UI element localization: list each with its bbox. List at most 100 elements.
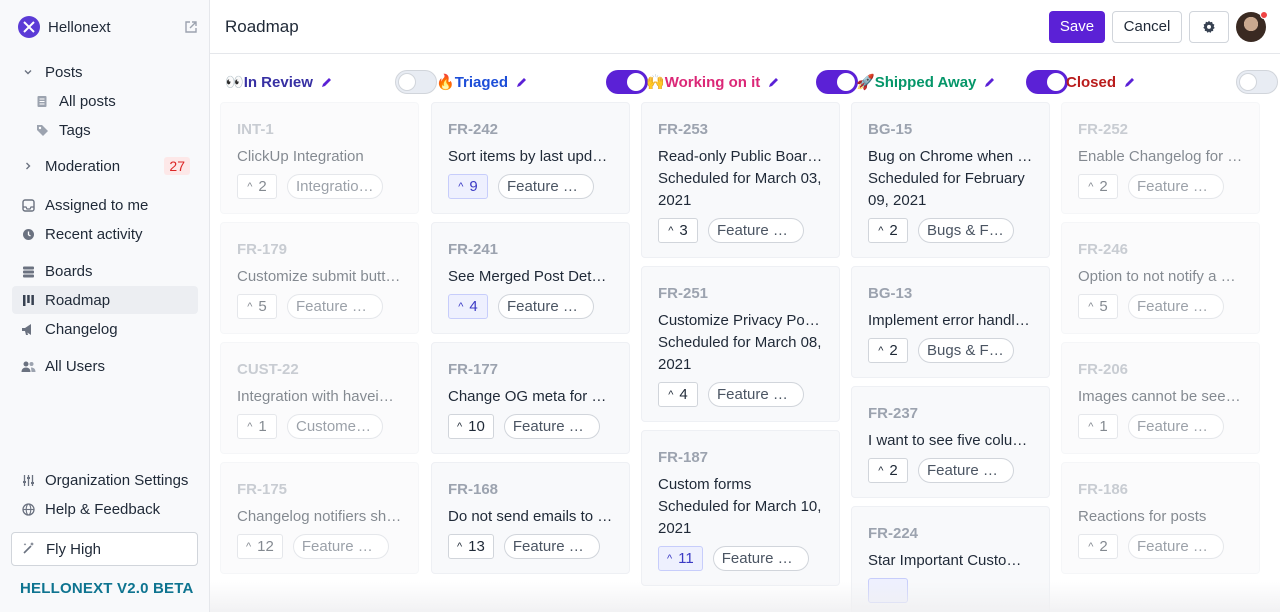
sidebar-item-moderation[interactable]: Moderation 27 xyxy=(12,152,198,180)
edit-pencil-icon[interactable] xyxy=(768,77,779,88)
roadmap-card[interactable]: BG-15 Bug on Chrome when trying Scheduled … xyxy=(851,102,1050,258)
save-button[interactable]: Save xyxy=(1049,10,1105,43)
card-tag[interactable]: Feature Request xyxy=(498,174,594,199)
upvote-button[interactable]: ^ 2 xyxy=(237,174,277,199)
edit-pencil-icon[interactable] xyxy=(1124,77,1135,88)
upvote-button[interactable]: ^ 1 xyxy=(1078,414,1118,439)
roadmap-card[interactable]: FR-187 Custom forms Scheduled for March 10… xyxy=(641,430,840,586)
upvote-button[interactable]: ^ 2 xyxy=(868,338,908,363)
sidebar-item-roadmap[interactable]: Roadmap xyxy=(12,286,198,314)
upvote-button[interactable]: ^ 9 xyxy=(448,174,488,199)
upvote-button[interactable]: ^ 3 xyxy=(658,218,698,243)
card-tag[interactable]: Feature Request xyxy=(712,546,809,571)
toggle-knob xyxy=(1239,73,1257,91)
upvote-button[interactable]: ^ 5 xyxy=(237,294,277,319)
upvote-button[interactable]: ^ 5 xyxy=(1078,294,1118,319)
roadmap-card[interactable]: INT-1 ClickUp Integration ^ 2 Integrations xyxy=(220,102,419,214)
card-tag[interactable]: Feature Request xyxy=(503,414,600,439)
roadmap-column: 🙌 Working on it FR-253 Read-only Public Boa… xyxy=(641,66,858,586)
card-id: FR-175 xyxy=(237,481,288,498)
upvote-button[interactable]: ^ 11 xyxy=(658,546,703,571)
roadmap-card[interactable]: FR-224 Star Important Customers xyxy=(851,506,1050,612)
column-visibility-toggle[interactable] xyxy=(606,70,648,94)
sidebar-item-posts[interactable]: Posts xyxy=(12,58,198,86)
caret-up-icon: ^ xyxy=(1088,180,1094,193)
roadmap-card[interactable]: FR-253 Read-only Public Boards Scheduled f… xyxy=(641,102,840,258)
roadmap-card[interactable]: FR-241 See Merged Post Details ^ 4 Feature R… xyxy=(431,222,630,334)
sidebar-item-recent-activity[interactable]: Recent activity xyxy=(12,220,198,248)
upvote-button[interactable]: ^ 2 xyxy=(868,458,908,483)
column-visibility-toggle[interactable] xyxy=(816,70,858,94)
roadmap-card[interactable]: FR-242 Sort items by last updated ^ 9 Featur… xyxy=(431,102,630,214)
sidebar-item-help[interactable]: Help & Feedback xyxy=(12,495,198,523)
card-tag[interactable]: Feature Request xyxy=(1128,174,1224,199)
column-visibility-toggle[interactable] xyxy=(1026,70,1068,94)
upvote-button[interactable] xyxy=(868,578,908,603)
card-tag[interactable]: Feature Request xyxy=(287,294,383,319)
sidebar-item-tags[interactable]: Tags xyxy=(4,116,190,144)
vote-count: 2 xyxy=(258,178,267,195)
settings-button[interactable] xyxy=(1189,10,1229,43)
roadmap-card[interactable]: FR-252Enable Changelog for Posts^2Featur… xyxy=(1061,102,1260,214)
column-visibility-toggle[interactable] xyxy=(395,70,437,94)
upvote-button[interactable]: ^ 4 xyxy=(658,382,698,407)
avatar[interactable] xyxy=(1236,10,1268,42)
card-tag[interactable]: Feature Request xyxy=(292,534,389,559)
brand[interactable]: Hellonext xyxy=(18,16,198,38)
roadmap-card[interactable]: FR-246 Option to not notify a user ^ 5 Featu… xyxy=(1061,222,1260,334)
upvote-button[interactable]: ^ 2 xyxy=(868,218,908,243)
edit-pencil-icon[interactable] xyxy=(321,77,332,88)
sidebar-item-boards[interactable]: Boards xyxy=(12,257,198,285)
card-tag[interactable]: Feature Request xyxy=(498,294,594,319)
tag-label: Integrations xyxy=(296,178,374,195)
edit-pencil-icon[interactable] xyxy=(984,77,995,88)
roadmap-card[interactable]: FR-175 Changelog notifiers should ^ 12 Featu… xyxy=(220,462,419,574)
external-link-icon[interactable] xyxy=(184,20,198,34)
card-tag[interactable]: Feature Request xyxy=(1128,414,1224,439)
sidebar-item-all-posts[interactable]: All posts xyxy=(4,87,190,115)
card-title: Custom forms xyxy=(658,476,752,493)
card-tag[interactable]: Feature Request xyxy=(918,458,1014,483)
upvote-button[interactable]: ^ 13 xyxy=(448,534,494,559)
roadmap-card[interactable]: FR-177 Change OG meta for public ^ 10 Featur… xyxy=(431,342,630,454)
card-tag[interactable]: Customer Feedback xyxy=(287,414,383,439)
roadmap-card[interactable]: BG-13 Implement error handling ^ 2 Bugs & Fi… xyxy=(851,266,1050,378)
caret-up-icon: ^ xyxy=(1088,300,1094,313)
card-tag[interactable]: Bugs & Fixes xyxy=(918,218,1014,243)
upvote-button[interactable]: ^ 2 xyxy=(1078,174,1118,199)
cancel-button[interactable]: Cancel xyxy=(1112,10,1182,43)
card-tag[interactable]: Integrations xyxy=(287,174,383,199)
tag-label: Feature Request xyxy=(507,178,585,195)
column-visibility-toggle[interactable] xyxy=(1236,70,1278,94)
card-tag[interactable]: Feature Request xyxy=(1128,294,1224,319)
sidebar-item-org-settings[interactable]: Organization Settings xyxy=(12,466,198,494)
card-id: FR-187 xyxy=(658,449,709,466)
sidebar-item-assigned[interactable]: Assigned to me xyxy=(12,191,198,219)
card-tag[interactable]: Feature Request xyxy=(708,218,804,243)
roadmap-card[interactable]: FR-206 Images cannot be seen in ^ 1 Feature … xyxy=(1061,342,1260,454)
roadmap-card[interactable]: FR-186Reactions for posts^2Feature Reque… xyxy=(1061,462,1260,574)
fly-high-button[interactable]: Fly High xyxy=(11,532,198,566)
card-tag[interactable]: Feature Request xyxy=(1128,534,1224,559)
card-tag[interactable]: Feature Request xyxy=(503,534,600,559)
caret-up-icon: ^ xyxy=(247,180,253,193)
card-tag[interactable]: Bugs & Fixes xyxy=(918,338,1014,363)
card-tag[interactable]: Feature Request xyxy=(708,382,804,407)
vote-count: 2 xyxy=(889,222,898,239)
column-title: In Review xyxy=(243,73,313,91)
roadmap-card[interactable]: FR-237 I want to see five columns ^ 2 Featur… xyxy=(851,386,1050,498)
sidebar-item-changelog[interactable]: Changelog xyxy=(12,315,198,343)
roadmap-card[interactable]: FR-251 Customize Privacy Policy Scheduled … xyxy=(641,266,840,422)
sidebar-item-all-users[interactable]: All Users xyxy=(12,352,198,380)
upvote-button[interactable]: ^ 10 xyxy=(448,414,494,439)
caret-up-icon: ^ xyxy=(1088,420,1094,433)
sidebar-item-label: Assigned to me xyxy=(45,196,149,214)
upvote-button[interactable]: ^ 1 xyxy=(237,414,277,439)
upvote-button[interactable]: ^ 12 xyxy=(237,534,283,559)
roadmap-card[interactable]: FR-168 Do not send emails to when ^ 13 Featu… xyxy=(431,462,630,574)
upvote-button[interactable]: ^ 4 xyxy=(448,294,488,319)
roadmap-card[interactable]: FR-179Customize submit button text^5Feat… xyxy=(220,222,419,334)
roadmap-card[interactable]: CUST-22Integration with haveibeenpwned^1… xyxy=(220,342,419,454)
upvote-button[interactable]: ^ 2 xyxy=(1078,534,1118,559)
edit-pencil-icon[interactable] xyxy=(516,77,527,88)
